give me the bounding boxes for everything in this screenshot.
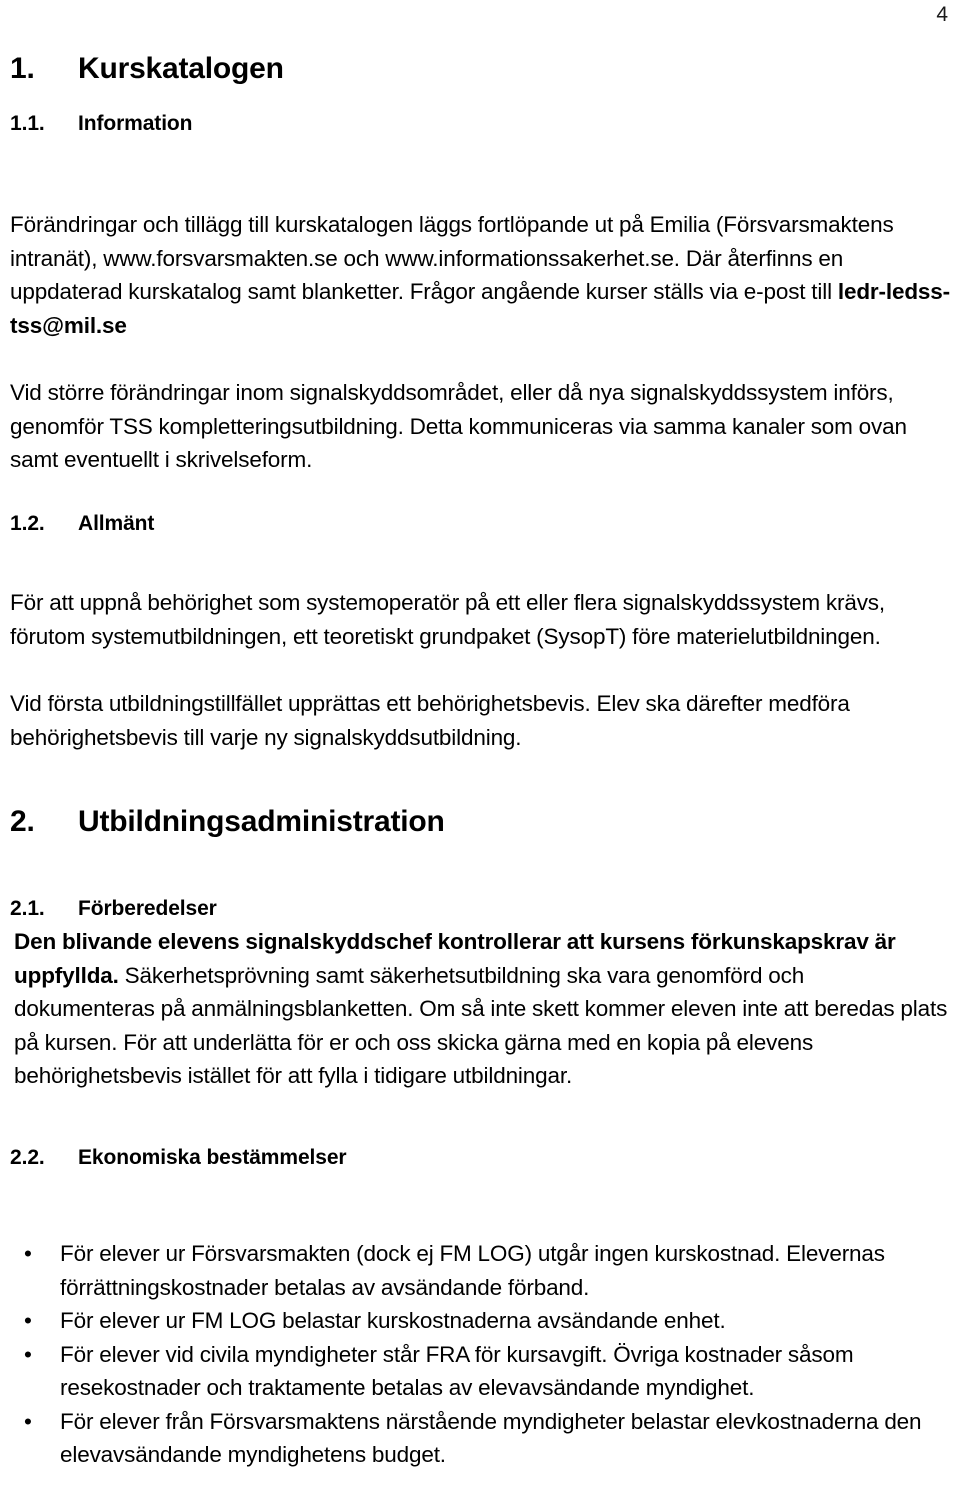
paragraph-allmant-2: Vid första utbildningstillfället upprätt… [10,687,955,754]
paragraph-information-1-text: Förändringar och tillägg till kurskatalo… [10,212,894,304]
page-number: 4 [936,3,948,26]
list-item-text: För elever ur Försvarsmakten (dock ej FM… [60,1241,885,1300]
heading-kurskatalogen-title: Kurskatalogen [78,52,284,85]
heading-allmant: 1.2. Allmänt [10,512,955,536]
heading-forberedelser: 2.1. Förberedelser [10,897,955,921]
bullet-icon: • [24,1408,32,1434]
ekonomiska-bullet-list: • För elever ur Försvarsmakten (dock ej … [10,1237,940,1472]
list-item-text: För elever ur FM LOG belastar kurskostna… [60,1308,726,1333]
heading-ekonomiska-title: Ekonomiska bestämmelser [78,1146,347,1169]
heading-allmant-number: 1.2. [10,512,45,535]
heading-utbildningsadministration-number: 2. [10,805,35,838]
paragraph-forberedelser-1-text: Säkerhetsprövning samt säkerhetsutbildni… [14,962,948,1089]
paragraph-allmant-1-text: För att uppnå behörighet som systemopera… [10,590,886,649]
heading-information: 1.1. Information [10,112,955,136]
document-page: 4 1. Kurskatalogen 1.1. Information Förä… [0,0,960,1501]
paragraph-forberedelser-1: Den blivande elevens signalskyddschef ko… [14,925,949,1093]
paragraph-allmant-1: För att uppnå behörighet som systemopera… [10,586,955,653]
bullet-icon: • [24,1241,32,1266]
bullet-icon: • [24,1308,32,1333]
list-item: • För elever från Försvarsmaktens närstå… [10,1405,940,1472]
heading-kurskatalogen: 1. Kurskatalogen [10,52,955,86]
paragraph-information-2: Vid större förändringar inom signalskydd… [10,376,955,477]
heading-ekonomiska-number: 2.2. [10,1146,45,1169]
heading-information-number: 1.1. [10,112,45,135]
heading-utbildningsadministration: 2. Utbildningsadministration [10,805,955,839]
heading-kurskatalogen-number: 1. [10,52,35,85]
list-item: • För elever ur Försvarsmakten (dock ej … [10,1237,940,1304]
paragraph-allmant-2-text: Vid första utbildningstillfället upprätt… [10,691,850,750]
bullet-icon: • [24,1341,32,1367]
heading-utbildningsadministration-title: Utbildningsadministration [78,805,445,838]
heading-ekonomiska: 2.2. Ekonomiska bestämmelser [10,1146,955,1170]
paragraph-information-1: Förändringar och tillägg till kurskatalo… [10,208,955,342]
heading-allmant-title: Allmänt [78,512,155,535]
list-item-text: För elever vid civila myndigheter står F… [60,1341,854,1401]
heading-forberedelser-title: Förberedelser [78,897,217,920]
paragraph-information-2-text: Vid större förändringar inom signalskydd… [10,380,907,472]
list-item: • För elever ur FM LOG belastar kurskost… [10,1304,940,1338]
list-item: • För elever vid civila myndigheter står… [10,1338,940,1405]
list-item-text: För elever från Försvarsmaktens närståen… [60,1408,922,1468]
heading-information-title: Information [78,112,193,135]
heading-forberedelser-number: 2.1. [10,897,45,920]
